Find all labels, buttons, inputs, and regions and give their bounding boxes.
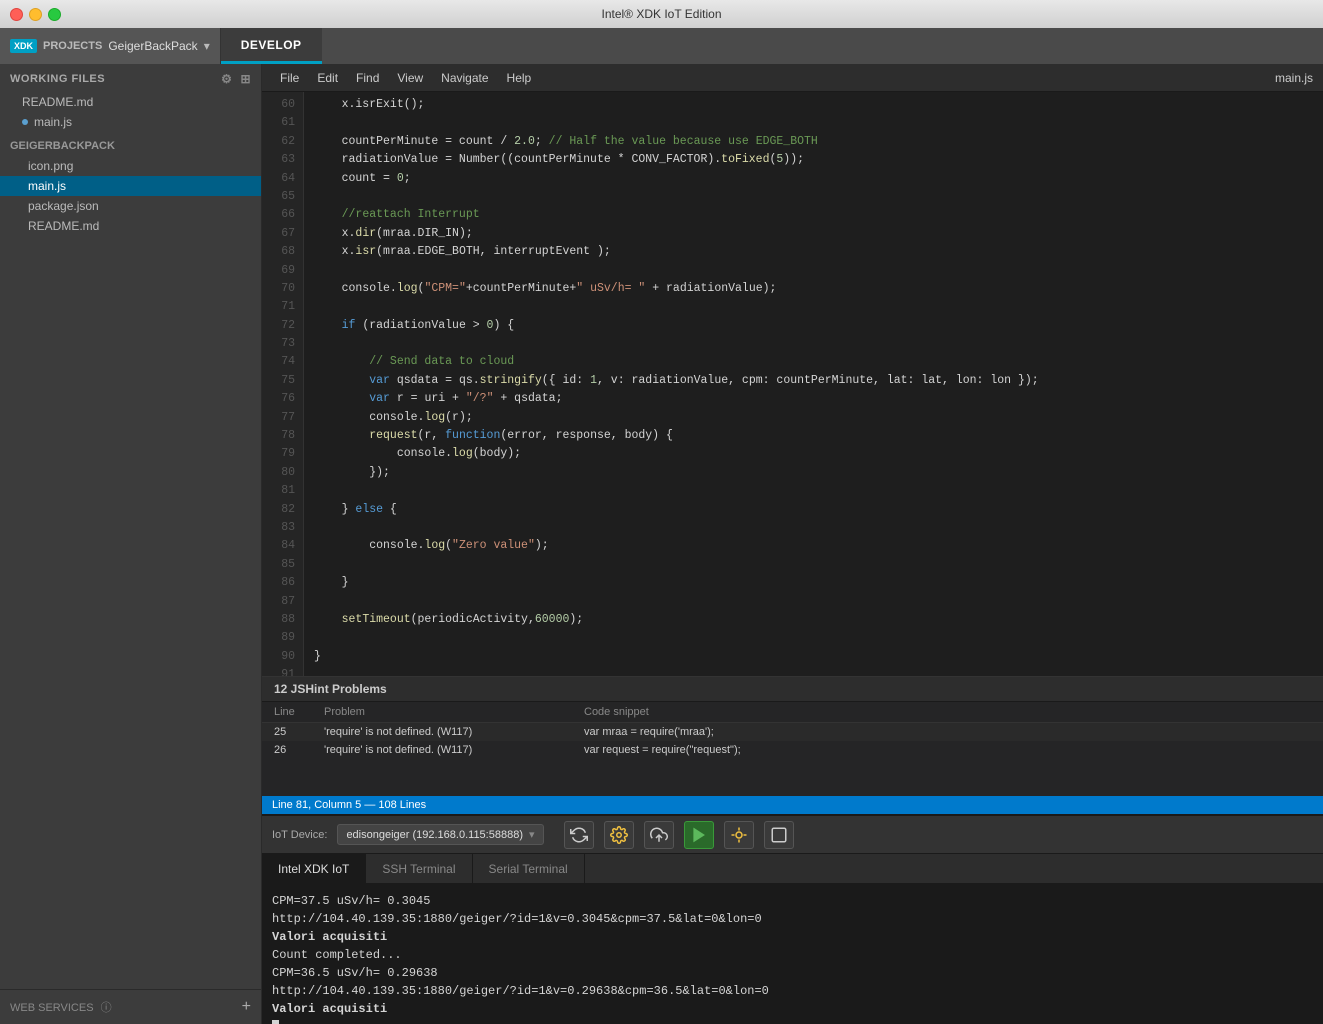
chevron-down-icon: ▾ bbox=[204, 39, 210, 53]
terminal-line-7: Valori acquisiti bbox=[272, 1000, 1313, 1018]
main-layout: Working Files ⚙ ⊞ README.md main.js Geig… bbox=[0, 64, 1323, 1024]
problem-row: 26 'require' is not defined. (W117) var … bbox=[262, 741, 1323, 759]
working-file-readme-name: README.md bbox=[22, 95, 93, 109]
menu-edit[interactable]: Edit bbox=[309, 68, 346, 88]
device-label: IoT Device: bbox=[272, 829, 327, 841]
problems-table: Line Problem Code snippet 25 'require' i… bbox=[262, 702, 1323, 796]
close-button[interactable] bbox=[10, 8, 23, 21]
working-file-mainjs[interactable]: main.js bbox=[0, 112, 261, 132]
sidebar: Working Files ⚙ ⊞ README.md main.js Geig… bbox=[0, 64, 262, 1024]
folder-file-icon-name: icon.png bbox=[28, 159, 73, 173]
sync-button[interactable] bbox=[564, 821, 594, 849]
project-selector[interactable]: XDK PROJECTS GeigerBackPack ▾ bbox=[0, 28, 221, 64]
minimize-button[interactable] bbox=[29, 8, 42, 21]
col-line: Line bbox=[274, 706, 324, 718]
problem-line-2: 26 bbox=[274, 744, 324, 756]
editor-menubar: File Edit Find View Navigate Help main.j… bbox=[262, 64, 1323, 92]
problem-desc-1: 'require' is not defined. (W117) bbox=[324, 726, 584, 738]
terminal-tabs: Intel XDK IoT SSH Terminal Serial Termin… bbox=[262, 854, 1323, 884]
folder-file-mainjs-name: main.js bbox=[28, 179, 66, 193]
line-numbers: 6061626364 6566676869 7071727374 7576777… bbox=[262, 92, 304, 676]
problem-line-1: 25 bbox=[274, 726, 324, 738]
working-files-label: Working Files bbox=[10, 73, 105, 85]
titlebar: Intel® XDK IoT Edition bbox=[0, 0, 1323, 28]
settings-button[interactable] bbox=[604, 821, 634, 849]
tab-develop[interactable]: DEVELOP bbox=[221, 28, 322, 64]
code-editor[interactable]: x.isrExit(); countPerMinute = count / 2.… bbox=[304, 92, 1323, 676]
problems-columns: Line Problem Code snippet bbox=[262, 702, 1323, 723]
folder-header[interactable]: GeigerBackPack bbox=[0, 132, 261, 156]
device-name: edisongeiger (192.168.0.115:58888) bbox=[346, 829, 523, 841]
folder-file-readme-name: README.md bbox=[28, 219, 99, 233]
terminal-line-4: Count completed... bbox=[272, 946, 1313, 964]
editor-menu-items: File Edit Find View Navigate Help bbox=[272, 68, 539, 88]
maximize-button[interactable] bbox=[48, 8, 61, 21]
menu-help[interactable]: Help bbox=[499, 68, 540, 88]
problems-header: 12 JSHint Problems bbox=[262, 677, 1323, 702]
terminal-line-1: CPM=37.5 uSv/h= 0.3045 bbox=[272, 892, 1313, 910]
folder-file-packagejson-name: package.json bbox=[28, 199, 99, 213]
gear-icon[interactable]: ⚙ bbox=[221, 72, 232, 86]
upload-button[interactable] bbox=[644, 821, 674, 849]
working-files-list: README.md main.js bbox=[0, 92, 261, 132]
terminal-output: CPM=37.5 uSv/h= 0.3045 http://104.40.139… bbox=[262, 884, 1323, 1024]
folder-file-readme[interactable]: README.md bbox=[0, 216, 261, 236]
working-files-header: Working Files ⚙ ⊞ bbox=[0, 64, 261, 92]
folder-files-list: icon.png main.js package.json README.md bbox=[0, 156, 261, 236]
problem-row: 25 'require' is not defined. (W117) var … bbox=[262, 723, 1323, 741]
terminal-line-5: CPM=36.5 uSv/h= 0.29638 bbox=[272, 964, 1313, 982]
content-area: File Edit Find View Navigate Help main.j… bbox=[262, 64, 1323, 1024]
tab-serial-terminal[interactable]: Serial Terminal bbox=[473, 854, 585, 883]
working-file-mainjs-name: main.js bbox=[34, 115, 72, 129]
web-services-label: WEB SERVICES ⓘ bbox=[10, 999, 112, 1015]
run-button[interactable] bbox=[684, 821, 714, 849]
stop-button[interactable] bbox=[764, 821, 794, 849]
tab-ssh-terminal[interactable]: SSH Terminal bbox=[366, 854, 472, 883]
folder-file-icon[interactable]: icon.png bbox=[0, 156, 261, 176]
tab-intel-xdk-iot[interactable]: Intel XDK IoT bbox=[262, 854, 366, 883]
bottom-area: IoT Device: edisongeiger (192.168.0.115:… bbox=[262, 814, 1323, 1024]
add-file-icon[interactable]: ⊞ bbox=[240, 72, 251, 86]
terminal-line-3: Valori acquisiti bbox=[272, 928, 1313, 946]
info-icon: ⓘ bbox=[101, 1002, 112, 1014]
terminal-line-2: http://104.40.139.35:1880/geiger/?id=1&v… bbox=[272, 910, 1313, 928]
working-file-readme[interactable]: README.md bbox=[0, 92, 261, 112]
device-selector[interactable]: edisongeiger (192.168.0.115:58888) ▾ bbox=[337, 824, 543, 845]
col-snippet: Code snippet bbox=[584, 706, 1311, 718]
tabbar: XDK PROJECTS GeigerBackPack ▾ DEVELOP bbox=[0, 28, 1323, 64]
web-services-bar: WEB SERVICES ⓘ + bbox=[0, 989, 261, 1024]
terminal-cursor-line bbox=[272, 1018, 1313, 1024]
menu-navigate[interactable]: Navigate bbox=[433, 68, 496, 88]
modified-dot-icon bbox=[22, 119, 28, 125]
status-text: Line 81, Column 5 — 108 Lines bbox=[272, 799, 426, 811]
window-controls[interactable] bbox=[10, 8, 61, 21]
folder-file-mainjs[interactable]: main.js bbox=[0, 176, 261, 196]
window-title: Intel® XDK IoT Edition bbox=[601, 7, 721, 21]
xdk-logo: XDK bbox=[10, 39, 37, 53]
status-bar: Line 81, Column 5 — 108 Lines bbox=[262, 796, 1323, 814]
device-toolbar: IoT Device: edisongeiger (192.168.0.115:… bbox=[262, 816, 1323, 854]
menu-find[interactable]: Find bbox=[348, 68, 387, 88]
problems-panel: 12 JSHint Problems Line Problem Code sni… bbox=[262, 676, 1323, 796]
projects-label: PROJECTS bbox=[43, 40, 102, 52]
problem-snippet-1: var mraa = require('mraa'); bbox=[584, 726, 1311, 738]
menu-view[interactable]: View bbox=[389, 68, 431, 88]
folder-file-packagejson[interactable]: package.json bbox=[0, 196, 261, 216]
project-name: GeigerBackPack bbox=[108, 39, 197, 53]
debug-button[interactable] bbox=[724, 821, 754, 849]
folder-name: GeigerBackPack bbox=[10, 140, 115, 152]
editor-filename: main.js bbox=[1275, 71, 1313, 85]
terminal-line-6: http://104.40.139.35:1880/geiger/?id=1&v… bbox=[272, 982, 1313, 1000]
chevron-down-icon: ▾ bbox=[529, 828, 535, 841]
problem-snippet-2: var request = require("request"); bbox=[584, 744, 1311, 756]
sidebar-header-icons: ⚙ ⊞ bbox=[221, 72, 251, 86]
add-web-service-button[interactable]: + bbox=[242, 998, 251, 1016]
editor-container[interactable]: 6061626364 6566676869 7071727374 7576777… bbox=[262, 92, 1323, 676]
cursor bbox=[272, 1020, 279, 1024]
col-problem: Problem bbox=[324, 706, 584, 718]
problem-desc-2: 'require' is not defined. (W117) bbox=[324, 744, 584, 756]
menu-file[interactable]: File bbox=[272, 68, 307, 88]
